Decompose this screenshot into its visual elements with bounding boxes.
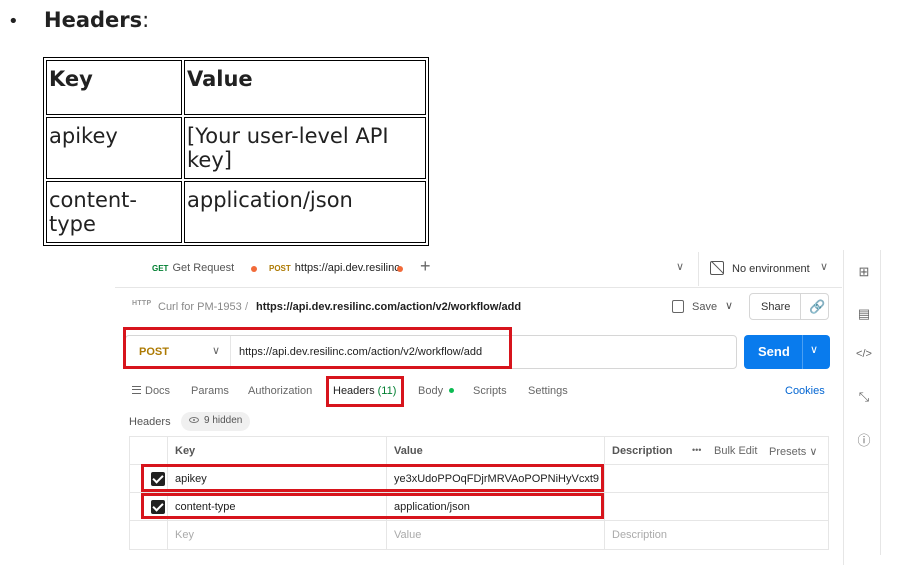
api-details-icon[interactable]: ⊞	[856, 264, 872, 280]
related-collections-icon[interactable]: ⤡	[856, 389, 872, 405]
share-label: Share	[761, 301, 791, 313]
tab-method-post: POST	[269, 264, 291, 273]
link-icon[interactable]: 🔗	[809, 299, 825, 315]
headers-tab-highlight-box	[326, 376, 404, 407]
body-status-dot-icon	[449, 388, 455, 393]
table-cell-value: application/json	[184, 181, 426, 243]
eye-icon	[189, 417, 199, 423]
bullet-point: •	[8, 11, 19, 32]
chevron-down-icon[interactable]: ∨	[820, 260, 828, 273]
tab-label: Docs	[145, 385, 171, 397]
chevron-down-icon[interactable]: ∨	[725, 299, 733, 312]
chevron-down-icon[interactable]: ∨	[810, 343, 818, 356]
tab-scripts[interactable]: Scripts	[473, 385, 507, 397]
info-icon[interactable]: ⓘ	[856, 430, 872, 449]
no-environment-icon	[710, 261, 724, 275]
send-label: Send	[758, 344, 790, 359]
url-highlight-box	[123, 327, 512, 369]
table-header-row: Key Value	[46, 60, 426, 115]
share-button[interactable]: Share 🔗	[749, 293, 829, 320]
more-options-icon[interactable]: •••	[692, 445, 701, 455]
save-icon[interactable]	[672, 300, 684, 313]
table-header-value: Value	[184, 60, 426, 115]
table-row: content-type application/json	[46, 181, 426, 243]
content-type-row-highlight-box	[141, 493, 604, 519]
send-button[interactable]: Send ∨	[744, 335, 830, 369]
tab-method-get: GET	[152, 264, 169, 273]
tab-params[interactable]: Params	[191, 385, 229, 397]
hidden-headers-toggle[interactable]: 9 hidden	[181, 412, 251, 431]
environment-selector[interactable]: No environment	[732, 263, 810, 275]
tab-get-request[interactable]: GET Get Request	[152, 262, 234, 274]
http-icon: HTTP	[132, 300, 152, 307]
tab-docs[interactable]: Docs	[132, 385, 170, 397]
docs-icon	[132, 386, 141, 394]
comments-icon[interactable]: ▤	[856, 306, 872, 322]
tab-label: Body	[418, 385, 444, 397]
column-header-value: Value	[394, 445, 423, 457]
headers-section-label: Headers	[129, 416, 171, 428]
cookies-link[interactable]: Cookies	[785, 385, 825, 397]
breadcrumb-separator: /	[245, 301, 249, 313]
tab-bar: GET Get Request POST https://api.dev.resil…	[115, 250, 842, 288]
presets-dropdown[interactable]: Presets ∨	[769, 445, 817, 458]
breadcrumb-request-name[interactable]: https://api.dev.resilinc.com/action/v2/w…	[256, 301, 521, 313]
window-edge	[880, 250, 881, 555]
right-rail-divider	[843, 250, 844, 565]
divider	[698, 252, 699, 286]
save-button[interactable]: Save	[692, 301, 717, 313]
unsaved-dot-icon	[251, 266, 257, 272]
code-icon[interactable]: </>	[856, 348, 872, 360]
table-row: Key Value Description	[130, 521, 828, 549]
new-tab-icon[interactable]: +	[420, 256, 431, 277]
unsaved-dot-icon	[397, 266, 403, 272]
heading-text: Headers	[44, 8, 143, 32]
table-cell-key: content-type	[46, 181, 182, 243]
divider	[802, 335, 803, 369]
column-header-description: Description	[612, 445, 673, 457]
table-cell-key: apikey	[46, 117, 182, 179]
apikey-row-highlight-box	[141, 464, 604, 492]
tab-body[interactable]: Body	[418, 385, 455, 397]
tab-authorization[interactable]: Authorization	[248, 385, 312, 397]
tab-post-request[interactable]: POST https://api.dev.resilinc.	[269, 262, 403, 274]
headers-table: Key Value apikey [Your user-level API ke…	[43, 57, 429, 246]
breadcrumb: HTTP Curl for PM-1953 / https://api.dev.…	[115, 290, 842, 324]
column-header-key: Key	[175, 445, 196, 457]
table-row: apikey [Your user-level API key]	[46, 117, 426, 179]
bulk-edit-button[interactable]: Bulk Edit	[714, 445, 757, 457]
new-key-input[interactable]: Key	[175, 529, 194, 541]
table-header-key: Key	[46, 60, 182, 115]
tab-label: Get Request	[172, 262, 235, 274]
tab-settings[interactable]: Settings	[528, 385, 568, 397]
request-tabs: Docs Params Authorization Headers (11) B…	[115, 380, 842, 406]
new-value-input[interactable]: Value	[394, 529, 421, 541]
divider	[800, 294, 801, 319]
heading-colon: :	[142, 8, 150, 32]
hidden-count: 9 hidden	[204, 415, 243, 426]
tab-list-chevron-icon[interactable]: ∨	[676, 260, 684, 273]
breadcrumb-collection[interactable]: Curl for PM-1953	[158, 301, 242, 313]
new-description-input[interactable]: Description	[612, 529, 667, 541]
headers-heading: Headers:	[44, 8, 149, 32]
table-cell-value: [Your user-level API key]	[184, 117, 426, 179]
table-header-row: Key Value Description ••• Bulk Edit Pres…	[130, 437, 828, 465]
tab-label: https://api.dev.resilinc.	[294, 262, 403, 274]
